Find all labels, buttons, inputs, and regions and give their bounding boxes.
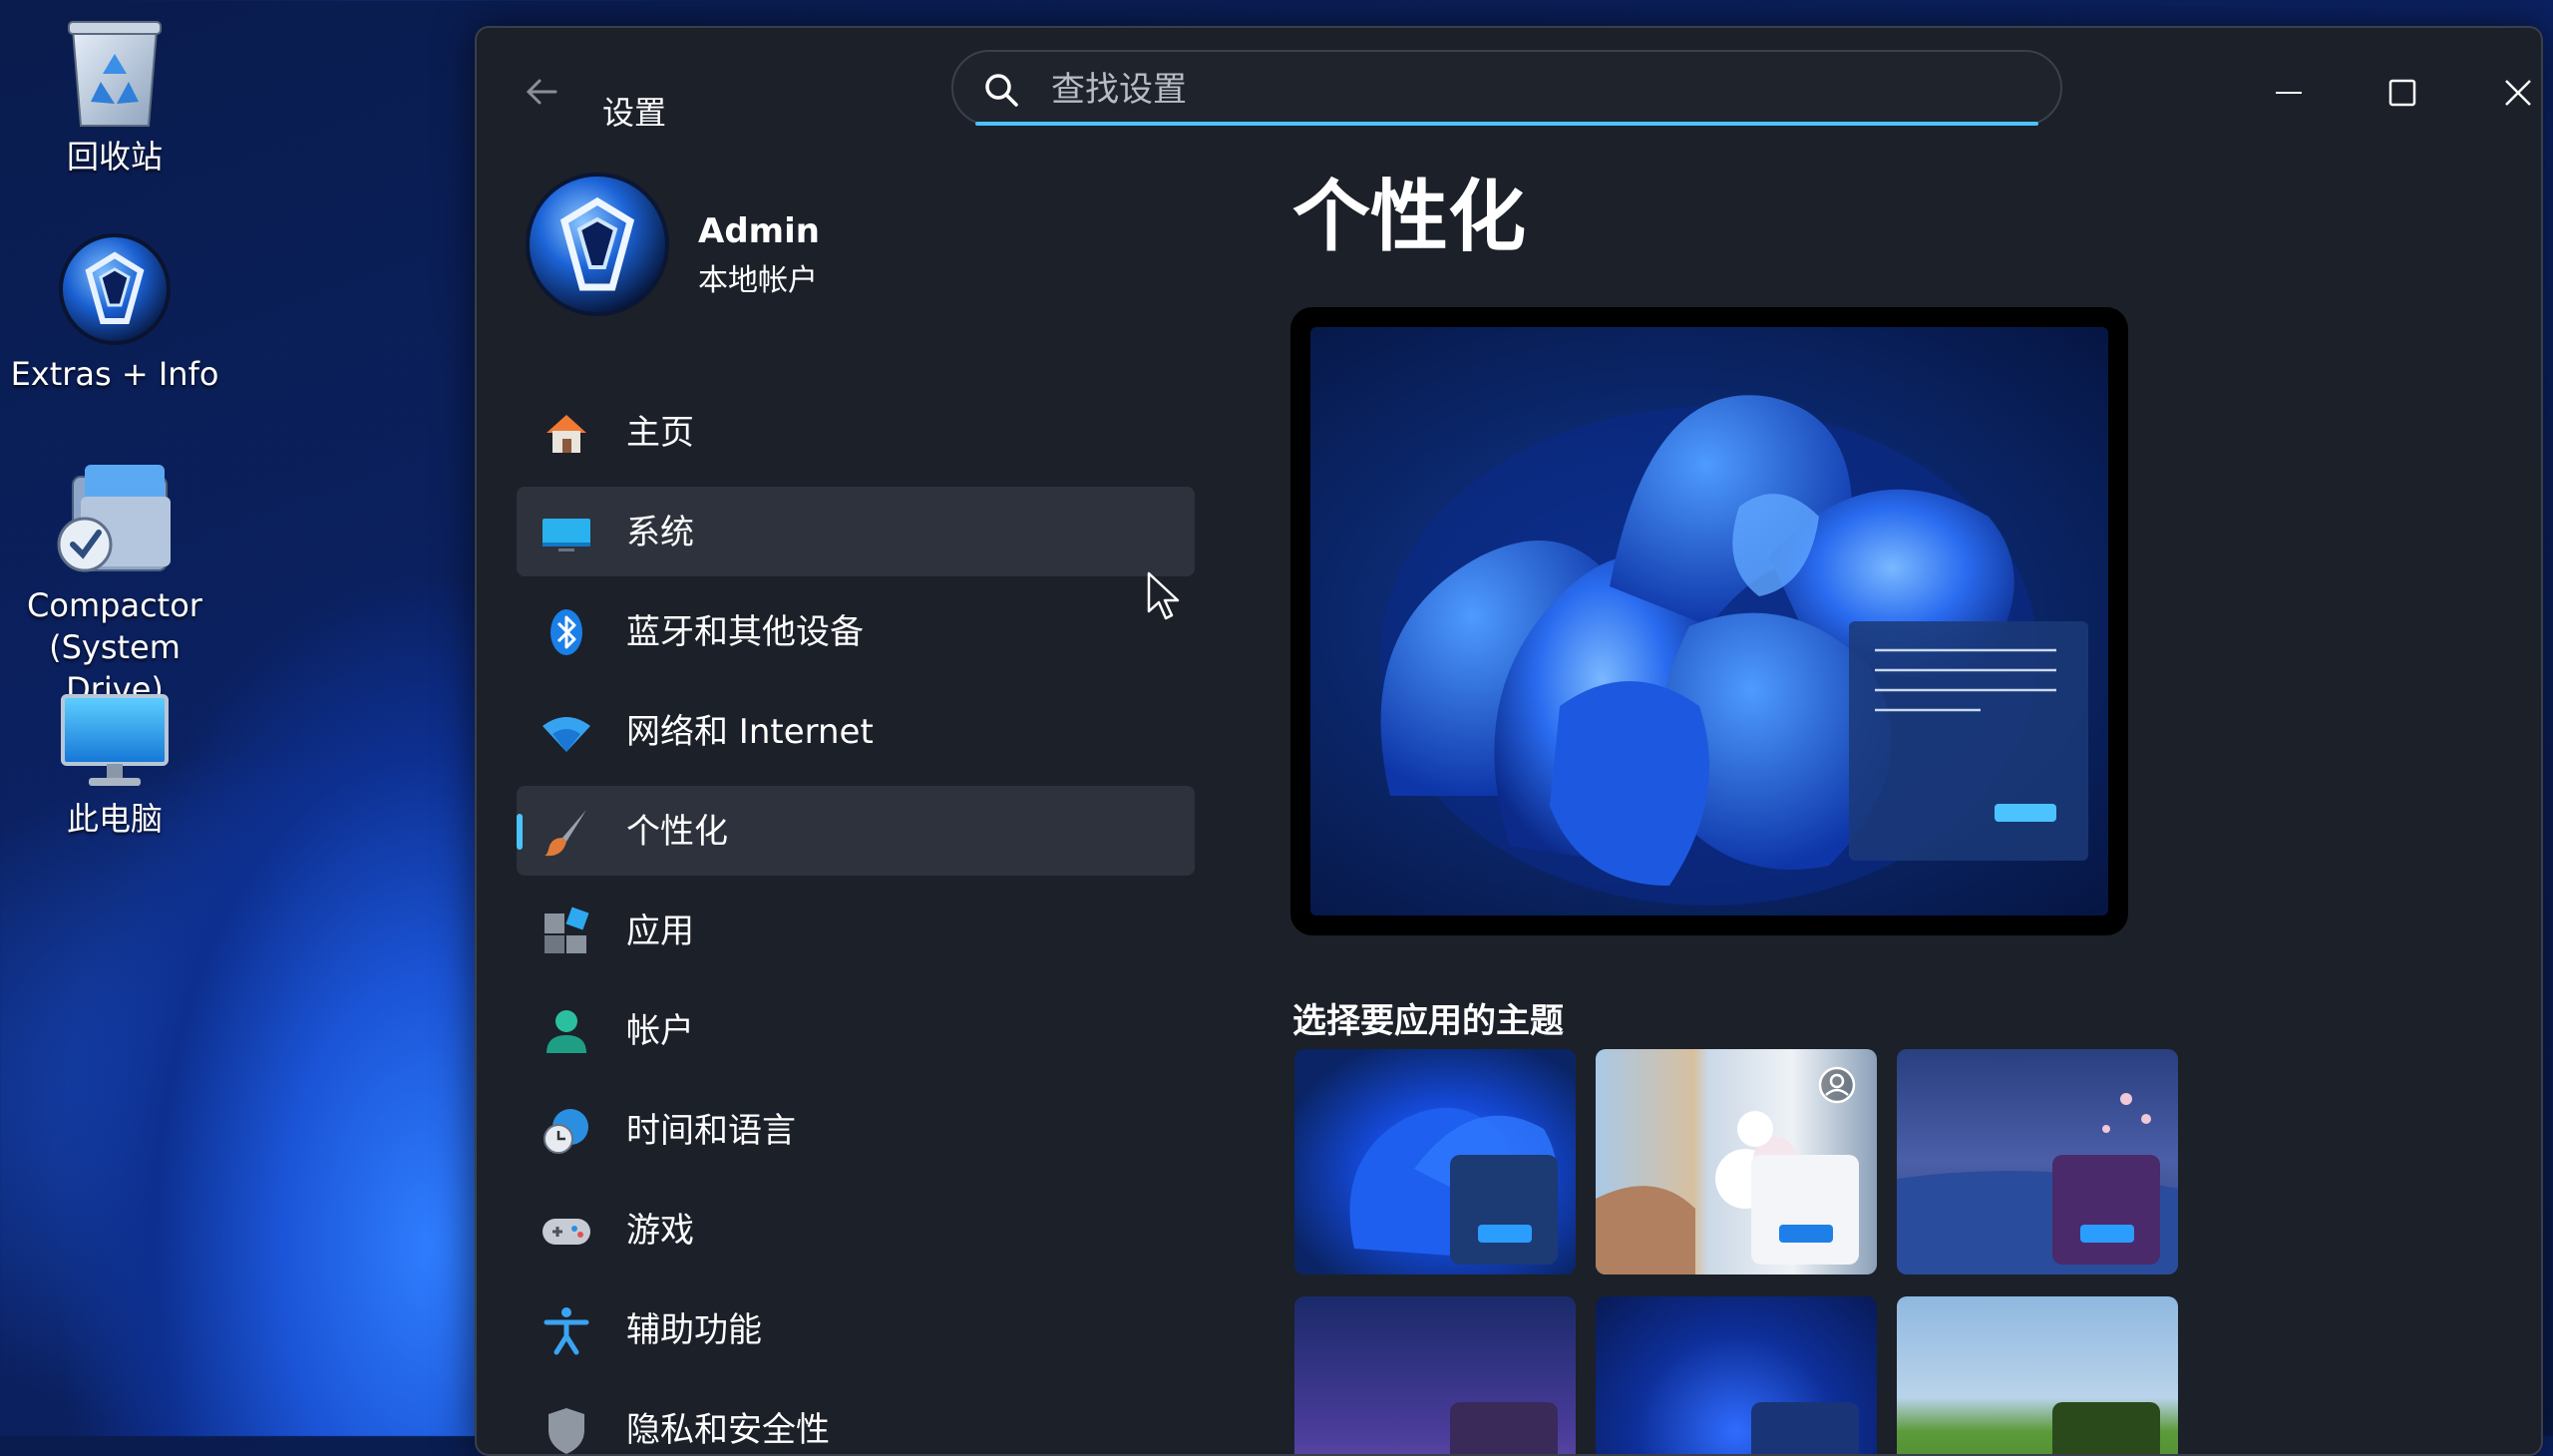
shield-icon <box>548 1408 584 1454</box>
brush-icon <box>545 810 586 857</box>
theme-tile-glow[interactable] <box>1897 1049 2178 1274</box>
sidebar-item-label: 隐私和安全性 <box>626 1410 830 1450</box>
theme-tile-bloom-dark[interactable] <box>1294 1049 1576 1274</box>
settings-window: 设置 Admin 本地帐户 主页 <box>475 26 2543 1456</box>
close-button[interactable] <box>2473 54 2541 134</box>
sidebar-item-label: 辅助功能 <box>626 1310 762 1350</box>
spotlight-icon <box>1818 1066 1856 1104</box>
wifi-icon <box>543 717 590 752</box>
sidebar-item-bluetooth[interactable]: 蓝牙和其他设备 <box>517 586 1195 676</box>
gamepad-icon <box>543 1219 590 1245</box>
theme-window-preview <box>1450 1155 1558 1265</box>
sidebar-item-label: 游戏 <box>626 1211 694 1251</box>
desktop-icon-label: 此电脑 <box>66 800 163 838</box>
sidebar-item-label: 时间和语言 <box>626 1111 796 1151</box>
desktop-icon-extras-info[interactable]: Extras + Info <box>0 231 229 395</box>
recycle-bin-icon <box>68 21 162 127</box>
page-title: 个性化 <box>1292 173 1527 262</box>
sidebar-item-network[interactable]: 网络和 Internet <box>517 686 1195 776</box>
theme-tile-flow[interactable] <box>1897 1296 2178 1454</box>
sidebar-item-apps[interactable]: 应用 <box>517 886 1195 975</box>
avatar[interactable] <box>525 172 670 317</box>
app-title: 设置 <box>602 94 667 132</box>
accessibility-icon <box>544 1307 589 1355</box>
back-button[interactable] <box>517 72 566 122</box>
time-language-icon <box>544 1109 588 1154</box>
theme-tile-captured-motion[interactable] <box>1294 1296 1576 1454</box>
theme-tile-bloom-blue[interactable] <box>1596 1296 1877 1454</box>
bluetooth-icon <box>550 609 582 655</box>
sidebar-item-accessibility[interactable]: 辅助功能 <box>517 1284 1195 1374</box>
theme-window-preview <box>1751 1155 1859 1265</box>
theme-window-preview <box>1450 1402 1558 1454</box>
theme-tile-spotlight[interactable] <box>1596 1049 1877 1274</box>
sidebar-nav: 主页 系统 蓝牙和其他设备 网络和 Internet 个性化 应用 帐户 时间和… <box>517 387 1195 1454</box>
sidebar-item-gaming[interactable]: 游戏 <box>517 1185 1195 1274</box>
theme-window-preview <box>2052 1402 2160 1454</box>
bloom-wallpaper-image <box>1380 395 2088 906</box>
title-bar: 设置 <box>477 28 2541 148</box>
user-name: Admin <box>698 211 820 251</box>
sidebar-item-label: 个性化 <box>626 812 728 852</box>
search-box[interactable] <box>951 50 2062 126</box>
desktop-icon-label: Extras + Info <box>10 355 219 393</box>
theme-window-preview <box>2052 1155 2160 1265</box>
minimize-icon <box>2276 92 2302 94</box>
theme-window-preview <box>1751 1402 1859 1454</box>
compactor-icon <box>57 465 171 572</box>
sidebar-item-label: 主页 <box>626 413 694 453</box>
minimize-button[interactable] <box>2244 54 2334 134</box>
sidebar-item-accounts[interactable]: 帐户 <box>517 985 1195 1075</box>
sidebar-item-time-language[interactable]: 时间和语言 <box>517 1085 1195 1175</box>
home-icon <box>547 415 586 453</box>
sidebar-item-label: 应用 <box>626 911 694 951</box>
close-icon <box>2505 80 2531 106</box>
desktop-icon-compactor[interactable]: Compactor (System Drive) <box>0 457 229 710</box>
mouse-cursor-icon <box>1147 571 1180 620</box>
sidebar-item-label: 网络和 Internet <box>626 712 874 752</box>
maximize-icon <box>2388 79 2416 107</box>
search-icon <box>985 74 1018 107</box>
maximize-button[interactable] <box>2358 54 2447 134</box>
desktop-icon-this-pc[interactable]: 此电脑 <box>0 692 229 840</box>
sidebar-item-system[interactable]: 系统 <box>517 487 1195 576</box>
themes-heading: 选择要应用的主题 <box>1292 1001 1564 1041</box>
sidebar-item-label: 蓝牙和其他设备 <box>626 612 864 652</box>
desktop-icon-recycle-bin[interactable]: 回收站 <box>0 18 229 178</box>
system-icon <box>543 519 590 551</box>
sidebar-item-privacy[interactable]: 隐私和安全性 <box>517 1384 1195 1454</box>
desktop-icon-label: 回收站 <box>66 138 163 176</box>
theme-preview <box>1290 307 2128 935</box>
monitor-icon <box>61 694 169 786</box>
account-type: 本地帐户 <box>698 263 818 298</box>
search-input[interactable] <box>1049 64 2030 116</box>
sidebar-item-home[interactable]: 主页 <box>517 387 1195 477</box>
sidebar-item-label: 帐户 <box>626 1011 694 1051</box>
sidebar-item-label: 系统 <box>626 513 694 552</box>
account-icon <box>547 1010 586 1053</box>
back-arrow-icon <box>526 79 557 105</box>
extras-info-icon <box>59 233 171 345</box>
apps-icon <box>545 907 589 953</box>
sidebar-item-personalization[interactable]: 个性化 <box>517 786 1195 876</box>
